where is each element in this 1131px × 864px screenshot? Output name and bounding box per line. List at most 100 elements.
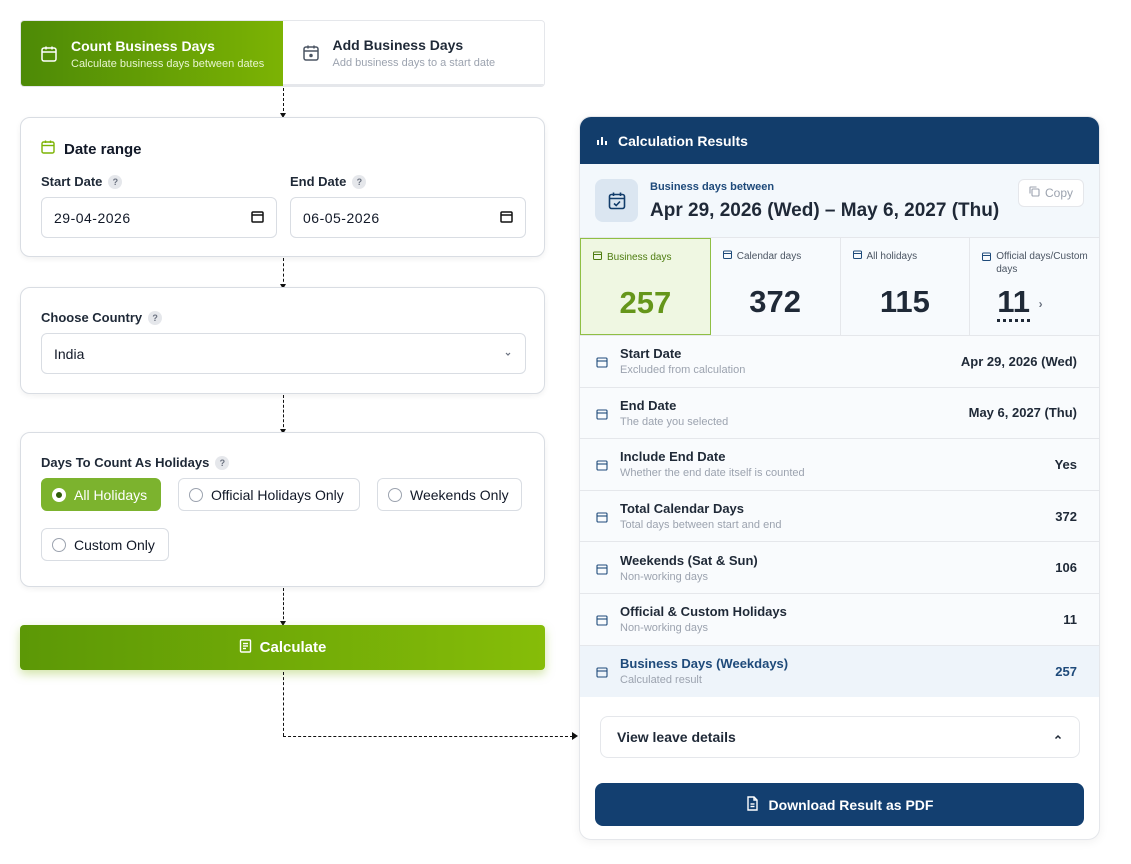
flow-connector xyxy=(280,588,286,626)
calendar-icon xyxy=(596,355,608,368)
radio-custom-only[interactable]: Custom Only xyxy=(41,528,169,561)
calendar-icon xyxy=(596,562,608,575)
row-title: Weekends (Sat & Sun) xyxy=(620,552,758,568)
help-icon[interactable]: ? xyxy=(352,174,367,189)
results-panel: Calculation Results Business days betwee… xyxy=(579,116,1100,840)
table-row: Start Date Excluded from calculation Apr … xyxy=(580,336,1099,388)
help-icon[interactable]: ? xyxy=(215,455,230,470)
help-icon[interactable]: ? xyxy=(108,174,123,189)
stat-all-holidays: All holidays 115 xyxy=(841,238,971,335)
tab-subtitle: Calculate business days between dates xyxy=(71,57,265,70)
calendar-icon xyxy=(41,140,55,158)
help-icon[interactable]: ? xyxy=(148,310,163,325)
flow-connector xyxy=(283,736,573,737)
row-value: Apr 29, 2026 (Wed) xyxy=(960,353,1077,369)
result-details: Start Date Excluded from calculation Apr … xyxy=(580,336,1099,698)
start-date-label: Start Date ? xyxy=(41,174,123,189)
stat-calendar-days: Calendar days 372 xyxy=(711,238,841,335)
table-row: Business Days (Weekdays) Calculated resul… xyxy=(580,645,1099,698)
calendar-icon xyxy=(596,665,608,678)
view-leave-details-toggle[interactable]: View leave details xyxy=(600,716,1080,758)
radio-dot xyxy=(52,487,66,502)
download-pdf-button[interactable]: Download Result as PDF xyxy=(595,783,1084,826)
calendar-icon xyxy=(593,251,602,264)
start-date-input[interactable]: 29-04-2026 xyxy=(41,197,277,238)
tab-title: Add Business Days xyxy=(332,36,464,53)
date-range-title: Date range xyxy=(41,140,142,158)
row-subtitle: Non-working days xyxy=(620,570,709,583)
table-row: Include End Date Whether the end date its… xyxy=(580,439,1099,491)
calendar-icon xyxy=(852,250,862,263)
holidays-card: Days To Count As Holidays ? All Holidays… xyxy=(20,432,545,587)
table-row: Total Calendar Days Total days between st… xyxy=(580,490,1099,543)
row-subtitle: Excluded from calculation xyxy=(620,364,746,377)
tab-subtitle: Add business days to a start date xyxy=(332,56,496,69)
end-date-input[interactable]: 06-05-2026 xyxy=(290,197,526,238)
tab-add-business-days[interactable]: Add Business Days Add business days to a… xyxy=(282,21,544,86)
row-title: Business Days (Weekdays) xyxy=(620,656,789,672)
country-select[interactable]: India xyxy=(41,333,526,374)
row-subtitle: Non-working days xyxy=(620,622,709,635)
business-days-between: Business days between Apr 29, 2026 (Wed)… xyxy=(580,164,1099,238)
table-row: Weekends (Sat & Sun) Non-working days 106 xyxy=(580,542,1099,594)
holidays-label: Days To Count As Holidays ? xyxy=(41,455,230,470)
stat-official-custom-days[interactable]: Official days/Custom days 11 › xyxy=(970,238,1099,335)
stat-value: 257 xyxy=(619,285,672,320)
results-header: Calculation Results xyxy=(580,117,1099,164)
mode-tabs: Count Business Days Calculate business d… xyxy=(20,20,545,87)
radio-official-holidays-only[interactable]: Official Holidays Only xyxy=(178,478,360,511)
stat-value: 372 xyxy=(749,284,801,319)
row-subtitle: Calculated result xyxy=(620,674,702,687)
row-value: May 6, 2027 (Thu) xyxy=(968,405,1077,421)
table-row: Official & Custom Holidays Non-working da… xyxy=(580,593,1099,646)
radio-all-holidays[interactable]: All Holidays xyxy=(41,478,161,511)
row-value: 106 xyxy=(1055,560,1077,576)
calendar-icon xyxy=(596,407,608,420)
calendar-icon xyxy=(982,252,992,265)
stat-value: 11 xyxy=(997,284,1031,322)
country-label: Choose Country ? xyxy=(41,310,163,325)
row-title: End Date xyxy=(620,397,677,413)
between-label: Business days between xyxy=(650,181,775,193)
document-icon xyxy=(239,638,252,657)
row-value: 372 xyxy=(1055,508,1077,524)
row-value: Yes xyxy=(1054,456,1077,472)
row-subtitle: Whether the end date itself is counted xyxy=(620,467,805,480)
end-date-label: End Date ? xyxy=(290,174,367,189)
calendar-icon xyxy=(722,250,732,263)
row-title: Total Calendar Days xyxy=(620,501,745,517)
radio-weekends-only[interactable]: Weekends Only xyxy=(377,478,522,511)
row-value: 11 xyxy=(1063,611,1077,627)
calculate-button[interactable]: Calculate xyxy=(20,625,545,670)
calendar-icon xyxy=(596,510,608,523)
tab-title: Count Business Days xyxy=(71,37,215,54)
date-range-card: Date range Start Date ? 29-04-2026 End D… xyxy=(20,117,545,257)
radio-dot xyxy=(189,487,203,502)
calendar-check-icon xyxy=(595,179,638,222)
flow-connector xyxy=(280,258,286,289)
date-range-text: Apr 29, 2026 (Wed) – May 6, 2027 (Thu) xyxy=(650,200,1000,221)
calendar-icon xyxy=(39,44,59,64)
row-title: Include End Date xyxy=(620,449,726,465)
bar-chart-icon xyxy=(596,133,608,149)
table-row: End Date The date you selected May 6, 202… xyxy=(580,387,1099,440)
row-value: 257 xyxy=(1055,663,1077,679)
copy-icon xyxy=(1029,186,1040,200)
calendar-icon xyxy=(596,458,608,472)
chevron-up-icon xyxy=(1053,729,1063,745)
calendar-plus-icon xyxy=(301,43,321,63)
calendar-icon xyxy=(596,613,608,626)
calendar-picker-icon[interactable] xyxy=(251,210,264,226)
stats-row: Business days 257 Calendar days 372 All … xyxy=(580,238,1099,336)
country-card: Choose Country ? India xyxy=(20,287,545,394)
arrow-right-icon xyxy=(572,732,578,740)
flow-connector xyxy=(280,395,286,434)
copy-button[interactable]: Copy xyxy=(1017,179,1084,207)
tab-count-business-days[interactable]: Count Business Days Calculate business d… xyxy=(21,21,283,86)
row-title: Start Date xyxy=(620,346,682,362)
chevron-right-icon: › xyxy=(1038,296,1043,311)
flow-connector xyxy=(280,88,286,118)
radio-dot xyxy=(52,537,66,552)
calendar-picker-icon[interactable] xyxy=(500,210,513,226)
flow-connector xyxy=(283,672,284,736)
